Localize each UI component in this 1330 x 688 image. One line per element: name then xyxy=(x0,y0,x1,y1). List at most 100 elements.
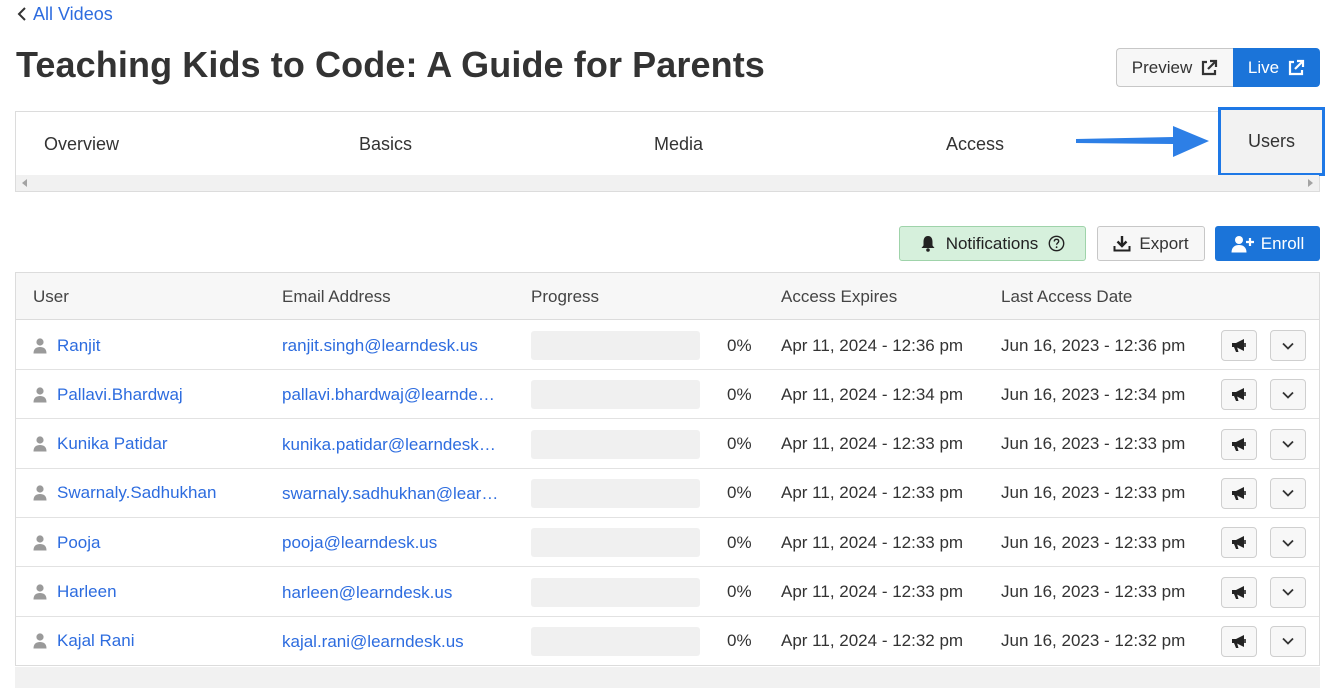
announce-button[interactable] xyxy=(1221,428,1257,460)
page-scrollbar[interactable] xyxy=(15,667,1320,688)
user-cell[interactable]: Kunika Patidar xyxy=(33,420,273,469)
megaphone-icon xyxy=(1232,339,1246,352)
person-icon xyxy=(33,584,47,600)
announce-button[interactable] xyxy=(1221,576,1257,608)
download-icon xyxy=(1113,236,1131,252)
user-name-link[interactable]: Pooja xyxy=(57,533,100,553)
table-row: Harleen harleen@learndesk.us 0% Apr 11, … xyxy=(16,568,1319,617)
progress-percent: 0% xyxy=(727,631,752,651)
email-link[interactable]: kajal.rani@learndesk.us xyxy=(282,617,500,666)
notifications-button-label: Notifications xyxy=(945,233,1039,253)
announce-button[interactable] xyxy=(1221,379,1257,411)
tab-users[interactable]: Users xyxy=(1218,107,1325,176)
announce-button[interactable] xyxy=(1221,625,1257,657)
chevron-down-icon xyxy=(1282,391,1294,399)
user-cell[interactable]: Pooja xyxy=(33,518,273,567)
email-link[interactable]: harleen@learndesk.us xyxy=(282,568,500,617)
user-name-link[interactable]: Swarnaly.Sadhukhan xyxy=(57,483,216,503)
user-name-link[interactable]: Ranjit xyxy=(57,336,100,356)
bell-icon xyxy=(921,236,935,252)
enroll-button[interactable]: Enroll xyxy=(1215,226,1320,261)
announce-button[interactable] xyxy=(1221,527,1257,559)
announce-button[interactable] xyxy=(1221,477,1257,509)
back-link-all-videos[interactable]: All Videos xyxy=(15,3,113,25)
last-access-value: Jun 16, 2023 - 12:33 pm xyxy=(1001,582,1186,601)
user-plus-icon xyxy=(1231,235,1254,252)
progress-percent: 0% xyxy=(727,434,752,454)
column-header-last-access[interactable]: Last Access Date xyxy=(1001,273,1132,320)
user-cell[interactable]: Kajal Rani xyxy=(33,617,273,666)
user-name-link[interactable]: Pallavi.Bhardwaj xyxy=(57,385,183,405)
row-menu-button[interactable] xyxy=(1270,428,1306,460)
progress-bar xyxy=(531,478,700,508)
email-link[interactable]: ranjit.singh@learndesk.us xyxy=(282,321,500,370)
user-cell[interactable]: Harleen xyxy=(33,568,273,617)
page-title: Teaching Kids to Code: A Guide for Paren… xyxy=(16,44,765,85)
person-icon xyxy=(33,633,47,649)
progress-percent: 0% xyxy=(727,384,752,404)
progress-percent: 0% xyxy=(727,335,752,355)
preview-button[interactable]: Preview xyxy=(1116,48,1233,87)
email-link[interactable]: swarnaly.sadhukhan@learndesk.us xyxy=(282,469,500,518)
announce-button[interactable] xyxy=(1221,330,1257,361)
access-expires-value: Apr 11, 2024 - 12:33 pm xyxy=(781,434,964,454)
access-expires-value: Apr 11, 2024 - 12:33 pm xyxy=(781,483,964,503)
last-access-value: Jun 16, 2023 - 12:34 pm xyxy=(1001,384,1186,404)
back-link-label: All Videos xyxy=(33,3,113,24)
progress-bar xyxy=(531,528,700,558)
table-row: Pooja pooja@learndesk.us 0% Apr 11, 2024… xyxy=(16,518,1319,568)
megaphone-icon xyxy=(1232,536,1246,550)
email-link[interactable]: pooja@learndesk.us xyxy=(282,518,500,567)
scroll-left-icon[interactable] xyxy=(22,179,27,187)
row-menu-button[interactable] xyxy=(1270,379,1306,411)
export-button[interactable]: Export xyxy=(1097,226,1205,261)
tab-media[interactable]: Media xyxy=(654,112,703,176)
chevron-left-icon xyxy=(17,7,26,21)
row-menu-button[interactable] xyxy=(1270,477,1306,509)
progress-percent: 0% xyxy=(727,582,752,601)
scroll-right-icon[interactable] xyxy=(1308,179,1313,187)
progress-bar xyxy=(531,380,700,410)
live-button[interactable]: Live xyxy=(1233,48,1320,87)
user-name-link[interactable]: Harleen xyxy=(57,582,117,602)
access-expires-value: Apr 11, 2024 - 12:34 pm xyxy=(781,384,964,404)
megaphone-icon xyxy=(1232,634,1246,648)
email-link[interactable]: kunika.patidar@learndesk.us xyxy=(282,420,500,469)
user-cell[interactable]: Pallavi.Bhardwaj xyxy=(33,370,273,419)
column-header-access-expires[interactable]: Access Expires xyxy=(781,273,897,320)
row-menu-button[interactable] xyxy=(1270,527,1306,559)
megaphone-icon xyxy=(1232,437,1246,451)
column-header-email[interactable]: Email Address xyxy=(282,273,391,320)
enroll-button-label: Enroll xyxy=(1260,233,1305,253)
row-menu-button[interactable] xyxy=(1270,625,1306,657)
notifications-button[interactable]: Notifications xyxy=(899,226,1086,261)
column-header-progress[interactable]: Progress xyxy=(531,273,599,320)
email-link[interactable]: pallavi.bhardwaj@learndesk.us xyxy=(282,370,500,419)
users-table: User Email Address Progress Access Expir… xyxy=(15,272,1320,666)
table-row: Ranjit ranjit.singh@learndesk.us 0% Apr … xyxy=(16,321,1319,370)
tab-basics[interactable]: Basics xyxy=(359,112,412,176)
person-icon xyxy=(33,337,47,353)
user-cell[interactable]: Ranjit xyxy=(33,321,273,370)
view-button-group: Preview Live xyxy=(1116,48,1320,87)
preview-button-label: Preview xyxy=(1131,57,1193,77)
tab-access[interactable]: Access xyxy=(946,112,1004,176)
table-header: User Email Address Progress Access Expir… xyxy=(16,273,1319,320)
live-button-label: Live xyxy=(1247,57,1280,77)
column-header-user[interactable]: User xyxy=(33,273,69,320)
row-menu-button[interactable] xyxy=(1270,576,1306,608)
last-access-value: Jun 16, 2023 - 12:33 pm xyxy=(1001,434,1186,454)
row-menu-button[interactable] xyxy=(1270,330,1306,361)
user-cell[interactable]: Swarnaly.Sadhukhan xyxy=(33,469,273,518)
person-icon xyxy=(33,436,47,452)
tab-scrollbar[interactable] xyxy=(16,175,1319,191)
user-name-link[interactable]: Kajal Rani xyxy=(57,631,135,651)
chevron-down-icon xyxy=(1282,638,1294,646)
tab-overview[interactable]: Overview xyxy=(44,112,119,176)
user-name-link[interactable]: Kunika Patidar xyxy=(57,434,168,454)
chevron-down-icon xyxy=(1282,342,1294,350)
progress-percent: 0% xyxy=(727,483,752,503)
chevron-down-icon xyxy=(1282,490,1294,498)
export-button-label: Export xyxy=(1139,233,1189,253)
external-link-icon xyxy=(1288,59,1305,75)
